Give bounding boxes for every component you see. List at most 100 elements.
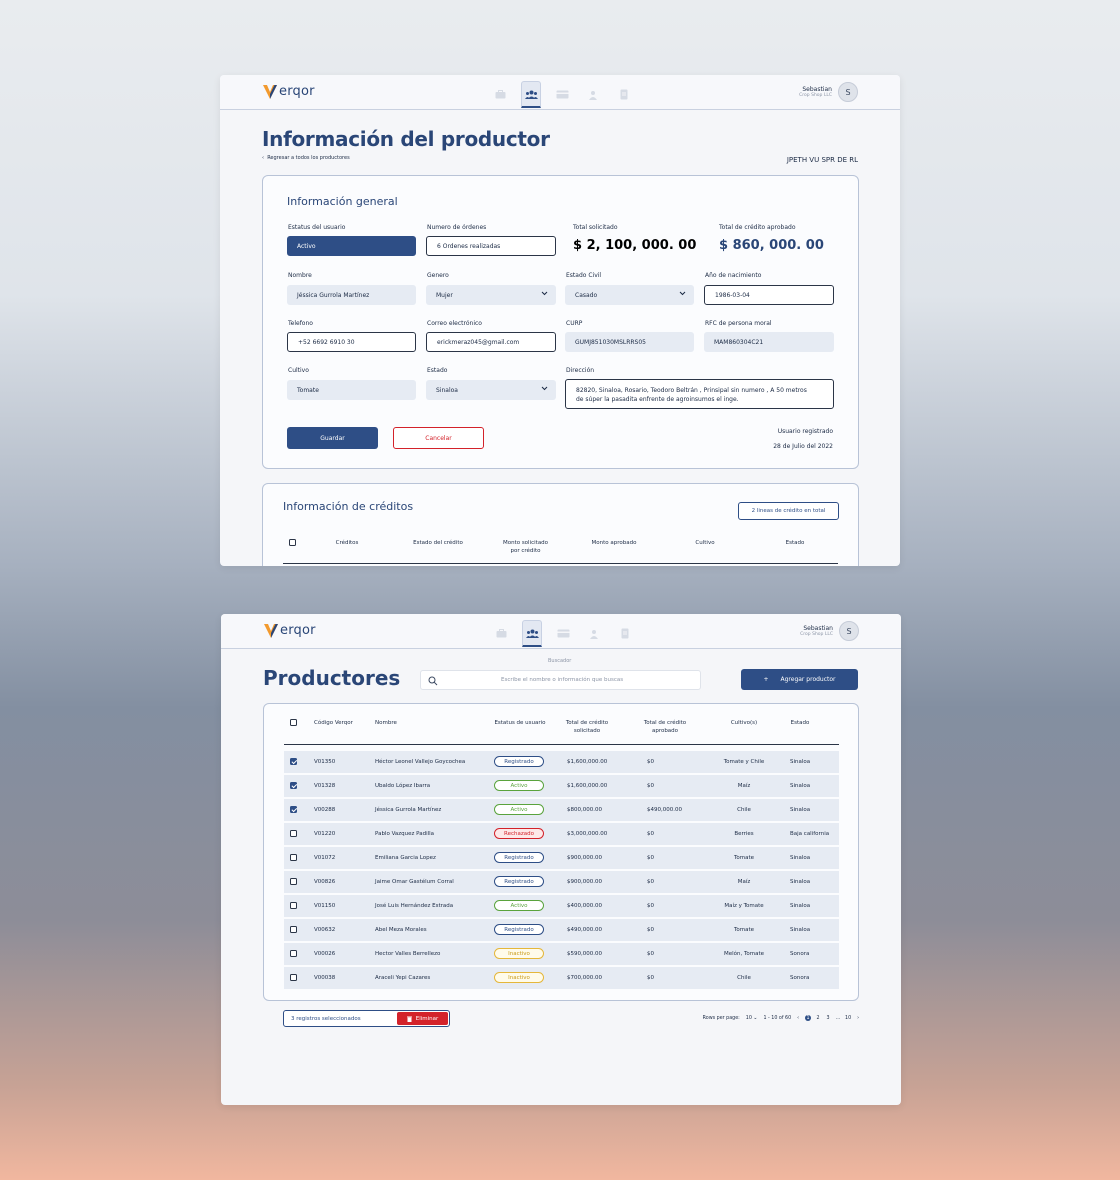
rows-per-page-select[interactable]: 10 ⌄ [746,1016,758,1021]
row-checkbox[interactable] [290,950,297,957]
user-name: Sebastian [802,86,832,93]
col-state: Estado [790,720,810,726]
col-status: Estatus de usuario [494,720,546,726]
back-link[interactable]: ‹ Regresar a todos los productores [262,155,350,161]
state-value: Sinaloa [436,386,458,394]
cell-crops: Maíz [737,879,751,885]
select-all-credits-checkbox[interactable] [289,539,296,546]
verqor-logo[interactable]: erqor [263,622,316,639]
nav-credit-card[interactable] [553,620,573,647]
delete-button[interactable]: Eliminar [397,1012,448,1025]
prev-page-icon[interactable]: ‹ [797,1016,799,1021]
row-checkbox[interactable] [290,806,297,813]
nav-document[interactable] [614,81,634,108]
orders-field[interactable]: 6 Ordenes realizadas [426,236,556,256]
cell-requested: $1,600,000.00 [567,783,608,789]
verqor-logo[interactable]: erqor [262,83,315,100]
civil-select[interactable]: Casado [565,285,694,305]
row-checkbox[interactable] [290,926,297,933]
table-row[interactable]: V00288 Jéssica Gurrola Martínez $800,000.0… [284,799,839,821]
user-menu[interactable]: Sebastian Crop Shop LLC S [800,621,859,641]
table-row[interactable]: V01328 Ubaldo López Ibarra $1,600,000.00 $0… [284,775,839,797]
rfc-field[interactable]: MAM860304C21 [704,332,834,352]
gender-select[interactable]: Mujer [426,285,556,305]
select-all-checkbox[interactable] [290,719,297,726]
address-field[interactable]: 82820, Sinaloa, Rosario, Teodoro Beltrán… [565,379,834,409]
phone-field[interactable]: +52 6692 6910 30 [287,332,416,352]
table-row[interactable]: V00826 Jaime Omar Gastélum Corral $900,000… [284,871,839,893]
registered-date: 28 de Julio del 2022 [773,443,833,450]
cell-requested: $900,000.00 [567,879,602,885]
table-row[interactable]: V01220 Pablo Vazquez Padilla $3,000,000.00… [284,823,839,845]
registration-info: Usuario registrado 28 de Julio del 2022 [773,424,833,454]
row-checkbox[interactable] [290,782,297,789]
email-field[interactable]: erickmeraz045@gmail.com [426,332,556,352]
plus-icon: + [763,676,769,683]
credits-col-approved: Monto aprobado [591,540,637,546]
avatar[interactable]: S [838,82,858,102]
state-select[interactable]: Sinaloa [426,380,556,400]
status-badge: Registrado [494,852,544,863]
nav-credit-card[interactable] [552,81,572,108]
avatar[interactable]: S [839,621,859,641]
search-placeholder: Escribe el nombre o información que busc… [501,677,624,683]
page-number[interactable]: 1 [805,1015,812,1021]
nav-users[interactable] [521,81,541,108]
crop-field[interactable]: Tomate [287,380,416,400]
name-field[interactable]: Jéssica Gurrola Martínez [287,285,416,305]
nav-briefcase[interactable] [491,620,511,647]
selection-bar: 3 registros seleccionados Eliminar [283,1010,450,1027]
row-checkbox[interactable] [290,902,297,909]
nav-person[interactable] [584,620,604,647]
status-badge: Registrado [494,756,544,767]
curp-field[interactable]: GUMJ851030MSLRRS05 [565,332,694,352]
next-page-icon[interactable]: › [857,1016,859,1021]
cancel-button[interactable]: Cancelar [393,427,484,449]
chevron-down-icon [541,291,548,296]
table-row[interactable]: V01350 Héctor Leonel Vallejo Goycochea $1,… [284,751,839,773]
cell-approved: $490,000.00 [647,807,682,813]
page-number[interactable]: 3 [825,1015,831,1021]
nav-users[interactable] [522,620,542,647]
row-checkbox[interactable] [290,854,297,861]
page-number[interactable]: 2 [815,1015,821,1021]
cell-code: V01350 [314,759,336,765]
page-number[interactable]: 10 [845,1015,851,1021]
page-title: Productores [263,666,401,690]
cell-name: Jaime Omar Gastélum Corral [375,879,454,885]
table-row[interactable]: V00038 Araceli Yepi Cazares $700,000.00 $0 C… [284,967,839,989]
cell-state: Sinaloa [790,783,811,789]
table-row[interactable]: V01072 Emiliana Garcia Lopez $900,000.00 $0… [284,847,839,869]
credit-lines-badge[interactable]: 2 lineas de crédito en total [738,502,839,520]
table-row[interactable]: V01150 José Luis Hernández Estrada $400,00… [284,895,839,917]
row-checkbox[interactable] [290,758,297,765]
address-line-2: de súper la pasadita enfrente de agroins… [576,396,739,403]
address-label: Dirección [566,367,595,374]
birth-field[interactable]: 1986-03-04 [704,285,834,305]
status-field[interactable]: Activo [287,236,416,256]
chevron-down-icon: ⌄ [753,1015,758,1021]
search-input[interactable]: Escribe el nombre o información que busc… [420,670,701,690]
row-checkbox[interactable] [290,878,297,885]
table-row[interactable]: V00632 Abel Meza Morales $490,000.00 $0 Toma… [284,919,839,941]
cell-name: Hector Valles Berrellezo [375,951,441,957]
cell-requested: $3,000,000.00 [567,831,608,837]
cell-approved: $0 [647,903,654,909]
row-checkbox[interactable] [290,830,297,837]
table-row[interactable]: V00026 Hector Valles Berrellezo $590,000.0… [284,943,839,965]
top-bar: erqor Sebastian Crop Shop LLC S [221,614,901,649]
chevron-down-icon [541,386,548,391]
add-producer-button[interactable]: + Agregar productor [741,669,858,690]
nav-document[interactable] [615,620,635,647]
page-title: Información del productor [262,127,550,151]
cell-approved: $0 [647,759,654,765]
cell-name: Jéssica Gurrola Martínez [375,807,442,813]
row-checkbox[interactable] [290,974,297,981]
nav-briefcase[interactable] [490,81,510,108]
gender-label: Genero [427,272,449,279]
user-menu[interactable]: Sebastian Crop Shop LLC S [799,82,858,102]
nav-person[interactable] [583,81,603,108]
delete-label: Eliminar [415,1015,439,1022]
users-icon [525,629,539,638]
save-button[interactable]: Guardar [287,427,378,449]
